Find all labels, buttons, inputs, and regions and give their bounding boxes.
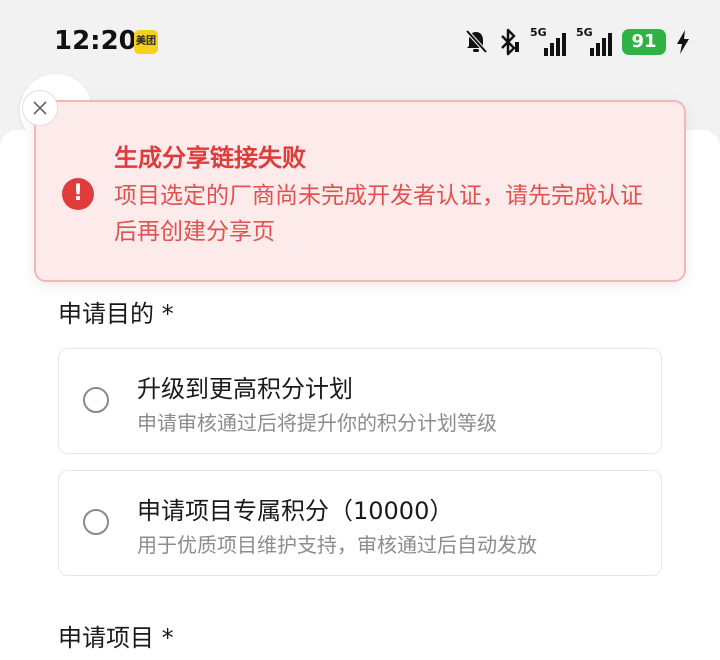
status-bar: 12:20 美团 5G 5G 91 — [0, 0, 720, 84]
radio-upgrade-plan[interactable] — [83, 387, 109, 413]
toast-close-button[interactable] — [22, 90, 58, 126]
option-project-points[interactable]: 申请项目专属积分（10000） 用于优质项目维护支持，审核通过后自动发放 — [58, 470, 662, 576]
signal-icon-sim2: 5G — [576, 26, 612, 56]
charging-bolt-icon — [677, 30, 689, 54]
purpose-label: 申请目的 * — [58, 300, 174, 328]
error-toast: ! 生成分享链接失败 项目选定的厂商尚未完成开发者认证，请先完成认证后再创建分享… — [34, 100, 686, 282]
toast-title: 生成分享链接失败 — [114, 144, 306, 172]
option-upgrade-plan[interactable]: 升级到更高积分计划 申请审核通过后将提升你的积分计划等级 — [58, 348, 662, 454]
error-alert-icon: ! — [62, 178, 94, 210]
signal-icon-sim1: 5G — [530, 26, 566, 56]
close-icon — [33, 101, 47, 115]
option-desc: 申请审核通过后将提升你的积分计划等级 — [137, 411, 497, 435]
status-icons: 5G 5G 91 — [464, 26, 690, 58]
meituan-app-icon: 美团 — [134, 30, 158, 54]
option-title: 升级到更高积分计划 — [137, 375, 353, 403]
bell-off-icon — [465, 29, 488, 54]
option-title: 申请项目专属积分（10000） — [137, 497, 454, 525]
status-time: 12:20 — [54, 26, 137, 56]
battery-indicator: 91 — [622, 29, 666, 55]
project-label: 申请项目 * — [58, 624, 174, 652]
option-desc: 用于优质项目维护支持，审核通过后自动发放 — [137, 533, 537, 557]
bluetooth-icon — [501, 28, 519, 56]
radio-project-points[interactable] — [83, 509, 109, 535]
toast-message: 项目选定的厂商尚未完成开发者认证，请先完成认证后再创建分享页 — [114, 183, 643, 245]
